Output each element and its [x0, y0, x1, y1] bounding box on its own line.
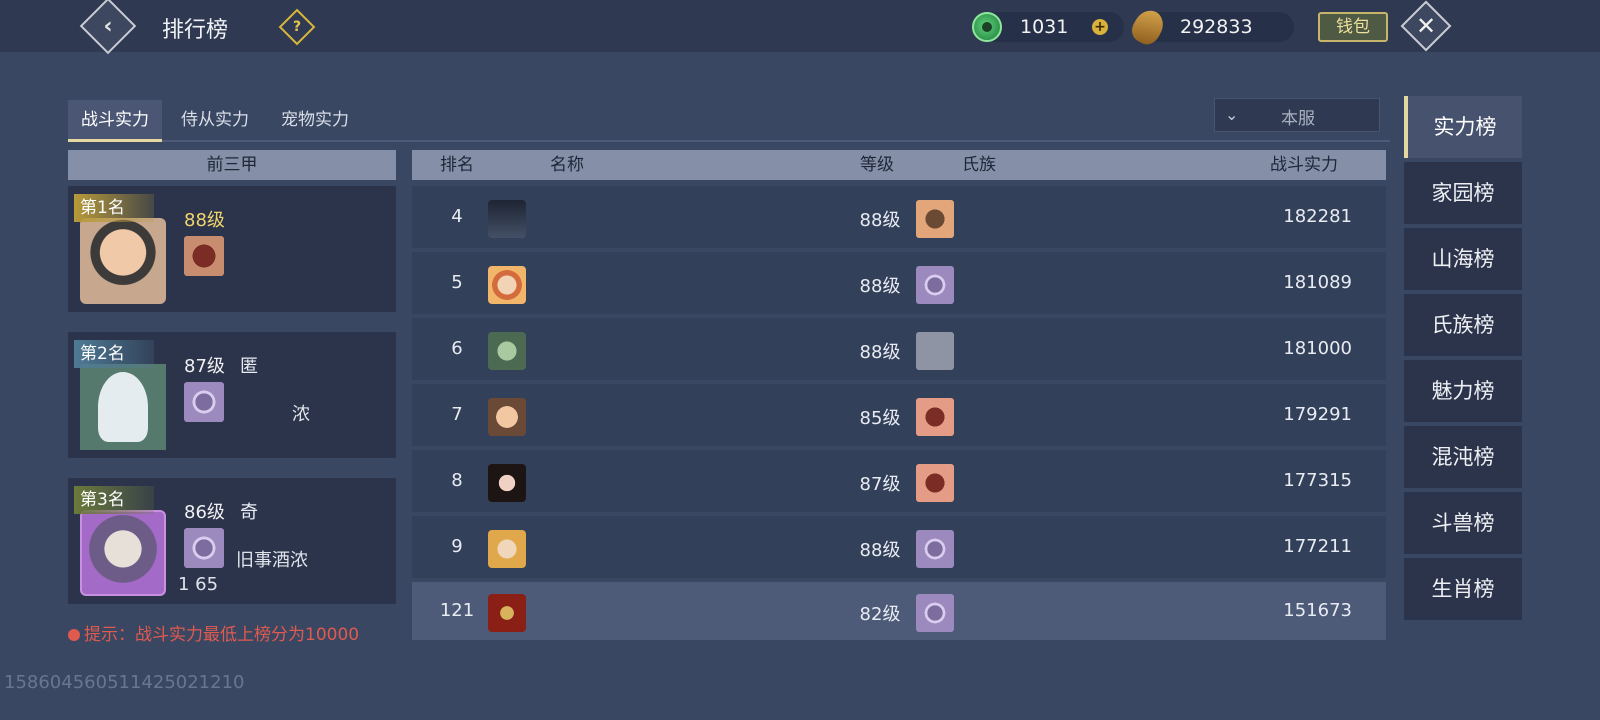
server-dropdown[interactable]: ⌄ 本服: [1214, 98, 1380, 132]
rank-flag: 第1名: [74, 194, 154, 222]
row-power: 177315: [1283, 470, 1352, 491]
top-bar: ‹ 排行榜 ? 1031 + 292833 钱包 ✕: [0, 0, 1600, 55]
category-clan[interactable]: 氏族榜: [1404, 294, 1522, 356]
gold-value: 292833: [1180, 16, 1253, 38]
category-zodiac[interactable]: 生肖榜: [1404, 558, 1522, 620]
clan-emblem-icon: [916, 398, 954, 436]
clan-emblem-icon: [184, 236, 224, 276]
category-strength[interactable]: 实力榜: [1404, 96, 1522, 158]
top3-card-2[interactable]: 第2名 87级 匿 浓: [68, 332, 396, 458]
min-score-hint: 提示：战斗实力最低上榜分为10000: [68, 620, 359, 645]
wallet-button[interactable]: 钱包: [1318, 12, 1388, 42]
player-level: 88级: [184, 210, 225, 231]
clan-emblem-icon: [184, 382, 224, 422]
clan-emblem-icon: [916, 594, 954, 632]
table-row[interactable]: 5 88级 181089: [412, 252, 1386, 316]
avatar: [80, 364, 166, 450]
player-name: 匿: [240, 356, 258, 377]
rank-flag: 第3名: [74, 486, 154, 514]
avatar: [488, 464, 526, 502]
rank-flag: 第2名: [74, 340, 154, 368]
jade-coin-icon: [972, 12, 1002, 42]
row-level: 88级: [859, 342, 901, 363]
avatar: [488, 594, 526, 632]
row-level: 88级: [859, 540, 901, 561]
table-row[interactable]: 8 87级 177315: [412, 450, 1386, 514]
player-name: 奇: [240, 502, 258, 523]
back-button[interactable]: ‹: [79, 0, 137, 55]
ranking-table-header: 排名 名称 等级 氏族 战斗实力: [412, 150, 1386, 180]
row-power: 179291: [1283, 404, 1352, 425]
clan-name: 旧事酒浓: [236, 550, 308, 571]
tab-servant-power[interactable]: 侍从实力: [168, 100, 262, 142]
clan-emblem-icon: [916, 200, 954, 238]
row-level: 82级: [859, 604, 901, 625]
table-row[interactable]: 9 88级 177211: [412, 516, 1386, 580]
row-power: 177211: [1283, 536, 1352, 557]
jade-currency: 1031 +: [972, 12, 1124, 42]
avatar: [488, 332, 526, 370]
table-row[interactable]: 6 88级 181000: [412, 318, 1386, 382]
category-shanhai[interactable]: 山海榜: [1404, 228, 1522, 290]
avatar: [80, 510, 166, 596]
jade-value: 1031: [1020, 16, 1069, 38]
top3-card-3[interactable]: 第3名 86级 奇 旧事酒浓 1 65: [68, 478, 396, 604]
alert-icon: [68, 629, 80, 641]
close-button[interactable]: ✕: [1400, 0, 1452, 52]
clan-emblem-icon: [916, 464, 954, 502]
clan-emblem-icon: [184, 528, 224, 568]
player-power: 1 65: [178, 574, 219, 595]
clan-emblem-icon: [916, 332, 954, 370]
gold-ingot-icon: [1127, 5, 1169, 49]
chevron-down-icon: ⌄: [1225, 105, 1239, 124]
clan-name: 浓: [292, 404, 310, 425]
table-row[interactable]: 7 85级 179291: [412, 384, 1386, 448]
row-level: 87级: [859, 474, 901, 495]
avatar: [488, 200, 526, 238]
avatar: [80, 218, 166, 304]
col-power: 战斗实力: [1270, 155, 1338, 175]
row-level: 85级: [859, 408, 901, 429]
help-button[interactable]: ?: [278, 8, 316, 46]
server-dropdown-value: 本服: [1281, 109, 1315, 129]
row-power: 181089: [1283, 272, 1352, 293]
avatar: [488, 266, 526, 304]
row-power: 151673: [1283, 600, 1352, 621]
avatar: [488, 530, 526, 568]
category-home[interactable]: 家园榜: [1404, 162, 1522, 224]
add-jade-button[interactable]: +: [1092, 19, 1108, 35]
category-chaos[interactable]: 混沌榜: [1404, 426, 1522, 488]
clan-emblem-icon: [916, 530, 954, 568]
col-level: 等级: [860, 155, 894, 175]
top3-header: 前三甲: [68, 150, 396, 180]
table-row[interactable]: 4 88级 182281: [412, 186, 1386, 250]
clan-emblem-icon: [916, 266, 954, 304]
footer-id: 1586045605114250212​10: [4, 672, 245, 693]
row-level: 88级: [859, 210, 901, 231]
col-name: 名称: [550, 155, 584, 175]
category-charm[interactable]: 魅力榜: [1404, 360, 1522, 422]
col-rank: 排名: [440, 155, 474, 175]
row-level: 88级: [859, 276, 901, 297]
player-level: 87级: [184, 356, 225, 377]
gold-currency: 292833: [1127, 5, 1294, 49]
back-icon: ‹: [103, 13, 113, 39]
row-power: 182281: [1283, 206, 1352, 227]
tab-pet-power[interactable]: 宠物实力: [268, 100, 362, 142]
close-icon: ✕: [1415, 12, 1437, 40]
avatar: [488, 398, 526, 436]
tab-combat-power[interactable]: 战斗实力: [68, 100, 162, 142]
col-clan: 氏族: [962, 155, 996, 175]
page-title: 排行榜: [162, 18, 229, 43]
question-icon: ?: [292, 19, 302, 35]
player-level: 86级: [184, 502, 225, 523]
ranking-tabs: 战斗实力 侍从实力 宠物实力: [68, 100, 1390, 142]
top3-card-1[interactable]: 第1名 88级: [68, 186, 396, 312]
my-rank-row[interactable]: 121 82级 151673: [412, 582, 1386, 642]
category-beast[interactable]: 斗兽榜: [1404, 492, 1522, 554]
hint-text: 提示：战斗实力最低上榜分为10000: [84, 625, 360, 645]
row-power: 181000: [1283, 338, 1352, 359]
